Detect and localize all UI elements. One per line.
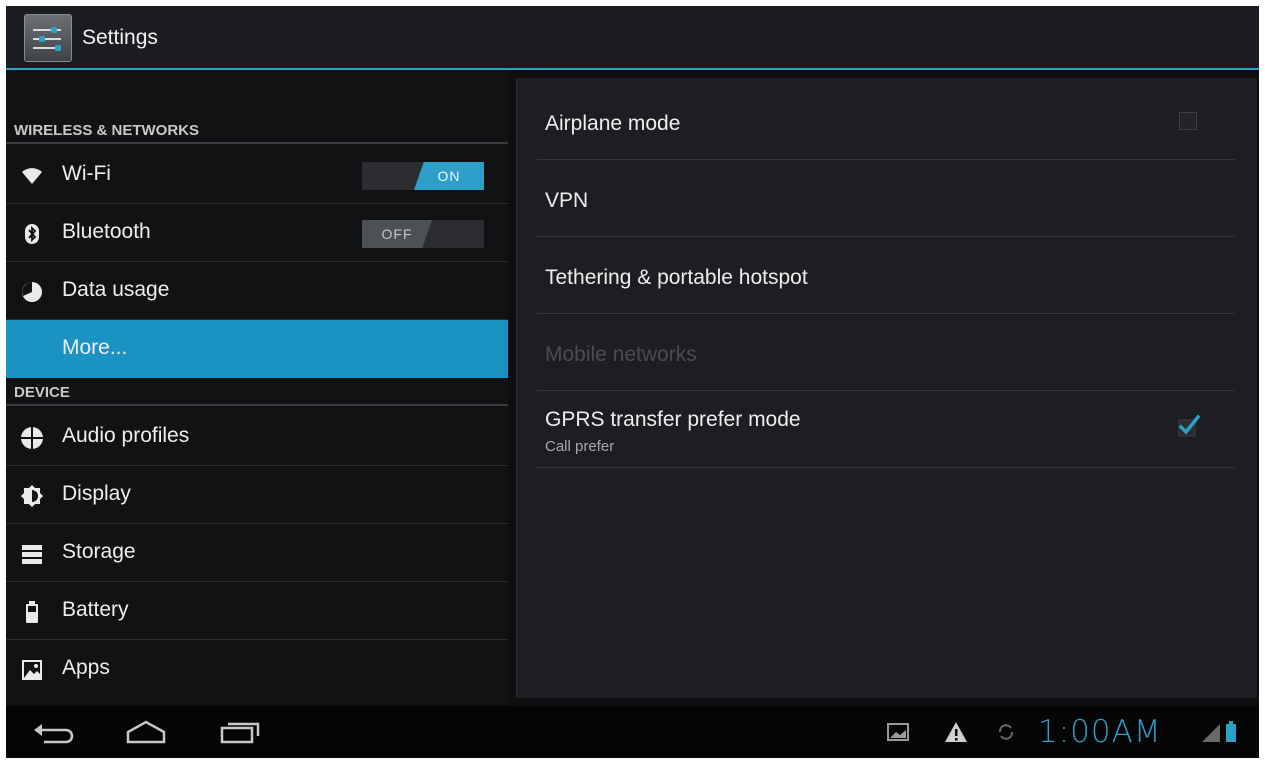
- screenshot-notification-icon[interactable]: [886, 720, 910, 744]
- settings-sidebar: WIRELESS & NETWORKS Wi-Fi ON Bluetooth O…: [6, 70, 508, 706]
- recent-apps-button[interactable]: [218, 718, 262, 746]
- pref-title: Airplane mode: [545, 112, 681, 135]
- sidebar-item-wifi[interactable]: Wi-Fi ON: [6, 146, 508, 204]
- wifi-toggle[interactable]: ON: [362, 162, 484, 190]
- warning-icon[interactable]: [944, 720, 968, 744]
- page-title: Settings: [82, 26, 158, 49]
- sidebar-item-more[interactable]: More...: [6, 320, 508, 378]
- battery-icon: [20, 600, 44, 624]
- apps-icon: [20, 658, 44, 682]
- back-button[interactable]: [30, 718, 74, 746]
- section-header-device: DEVICE: [6, 380, 508, 406]
- pref-title: VPN: [545, 189, 589, 212]
- home-icon: [126, 720, 166, 744]
- pref-summary: Call prefer: [545, 438, 615, 455]
- sidebar-item-audio-profiles[interactable]: Audio profiles: [6, 408, 508, 466]
- pref-title: Tethering & portable hotspot: [545, 266, 808, 289]
- pref-tethering[interactable]: Tethering & portable hotspot: [537, 238, 1235, 314]
- sidebar-item-label: Apps: [62, 656, 110, 679]
- sync-icon: [994, 720, 1018, 744]
- sidebar-item-label: Display: [62, 482, 131, 505]
- wifi-toggle-state: ON: [414, 162, 484, 190]
- recent-apps-icon: [220, 722, 260, 744]
- sidebar-item-data-usage[interactable]: Data usage: [6, 262, 508, 320]
- bluetooth-icon: [20, 222, 44, 246]
- section-header-wireless: WIRELESS & NETWORKS: [6, 118, 508, 144]
- status-clock[interactable]: 1:00AM: [1038, 714, 1162, 750]
- sidebar-item-label: Battery: [62, 598, 129, 621]
- sidebar-item-label: Storage: [62, 540, 136, 563]
- storage-icon: [20, 542, 44, 566]
- sidebar-item-label: Wi-Fi: [62, 162, 111, 185]
- pref-title: Mobile networks: [545, 343, 697, 366]
- sidebar-item-display[interactable]: Display: [6, 466, 508, 524]
- pref-title: GPRS transfer prefer mode: [545, 408, 801, 431]
- pref-mobile-networks: Mobile networks: [537, 315, 1235, 391]
- home-button[interactable]: [124, 718, 168, 746]
- sidebar-item-label: Data usage: [62, 278, 170, 301]
- system-nav-bar: 1:00AM: [6, 706, 1259, 758]
- sidebar-item-label: Bluetooth: [62, 220, 151, 243]
- pref-airplane-mode[interactable]: Airplane mode: [537, 84, 1235, 160]
- settings-screen: Settings WIRELESS & NETWORKS Wi-Fi ON Bl…: [6, 6, 1259, 758]
- more-settings-panel: Airplane mode VPN Tethering & portable h…: [516, 78, 1257, 698]
- display-icon: [20, 484, 44, 508]
- sidebar-item-battery[interactable]: Battery: [6, 582, 508, 640]
- data-usage-icon: [20, 280, 44, 304]
- sidebar-item-apps[interactable]: Apps: [6, 640, 508, 698]
- settings-sliders-icon[interactable]: [24, 14, 72, 62]
- airplane-mode-checkbox[interactable]: [1179, 112, 1197, 130]
- bluetooth-toggle[interactable]: OFF: [362, 220, 484, 248]
- action-bar: Settings: [6, 6, 1259, 70]
- bluetooth-toggle-state: OFF: [362, 220, 432, 248]
- audio-profiles-icon: [20, 426, 44, 450]
- pref-vpn[interactable]: VPN: [537, 161, 1235, 237]
- pref-gprs-transfer-mode[interactable]: GPRS transfer prefer mode Call prefer: [537, 392, 1235, 468]
- sidebar-item-label: More...: [62, 336, 128, 359]
- gprs-mode-checkbox[interactable]: [1175, 412, 1201, 438]
- sidebar-item-bluetooth[interactable]: Bluetooth OFF: [6, 204, 508, 262]
- signal-battery-icon[interactable]: [1200, 720, 1240, 744]
- wifi-icon: [20, 164, 44, 188]
- back-icon: [34, 724, 74, 744]
- sidebar-item-label: Audio profiles: [62, 424, 190, 447]
- sidebar-item-storage[interactable]: Storage: [6, 524, 508, 582]
